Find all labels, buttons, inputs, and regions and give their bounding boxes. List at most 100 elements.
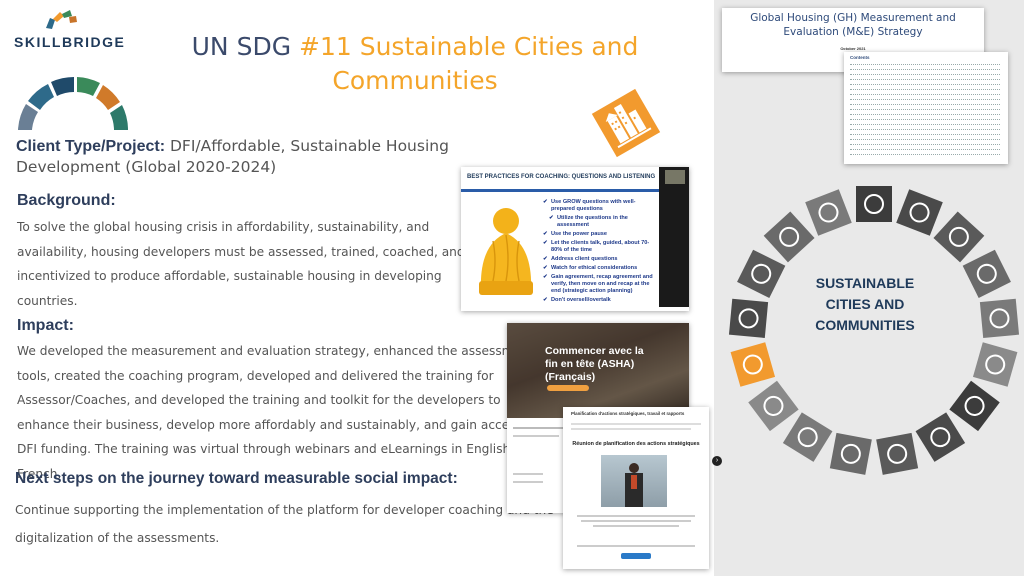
toc-line: [850, 144, 1000, 145]
webcam-thumbnail: [665, 170, 685, 184]
title-prefix: UN SDG: [191, 32, 300, 61]
text-placeholder-line: [513, 427, 563, 429]
background-text: To solve the global housing crisis in af…: [17, 215, 465, 313]
toc-line: [850, 94, 1000, 95]
sdg-tile-square: [972, 342, 1018, 387]
sdg-tile-square: [949, 380, 1000, 432]
toc-line: [850, 99, 1000, 100]
background-line: To solve the global housing crisis in af…: [17, 220, 430, 234]
sdg-tile: [962, 249, 1011, 298]
sdg-wheel-label: SUSTAINABLE CITIES AND COMMUNITIES: [800, 273, 930, 336]
sdg-tile: [979, 298, 1020, 338]
wheel-label-line: CITIES AND: [825, 296, 905, 312]
process-arc-graphic: [18, 76, 128, 130]
sdg-tile: [782, 412, 833, 462]
sdg-tile-square: [748, 380, 799, 432]
sdg-tile-square: [856, 186, 892, 222]
sdg-tile: [876, 432, 919, 475]
toc-line: [850, 134, 1000, 135]
toc-line: [850, 154, 1000, 155]
planning-card-title: Réunion de planification des actions str…: [572, 441, 700, 447]
planning-top-heading: Planification d'actions stratégiques, tr…: [571, 411, 685, 416]
sdg-tile-square: [962, 249, 1011, 298]
impact-line: Assessor/Coaches, and developed the trai…: [17, 393, 501, 407]
sdg-tile: [896, 189, 943, 236]
text-placeholder-line: [577, 515, 695, 517]
background-line: incentivized to produce affordable, sust…: [17, 269, 442, 283]
toc-line: [850, 104, 1000, 105]
impact-line: tools, created the coaching program, dev…: [17, 368, 494, 383]
text-placeholder-line: [571, 423, 701, 425]
sdg-tile: [728, 298, 769, 338]
french-course-title: Commencer avec la fin en tête (ASHA) (Fr…: [545, 345, 644, 383]
toc-line: [850, 109, 1000, 110]
title-line-1: UN SDG #11 Sustainable Cities and: [150, 30, 680, 64]
coaching-tip-item: Gain agreement, recap agreement and veri…: [543, 274, 653, 295]
coaching-tip-item: Let the clients talk, guided, about 70-8…: [543, 240, 653, 254]
coaching-slide-screenshot: BEST PRACTICES FOR COACHING: QUESTIONS A…: [461, 167, 689, 311]
text-placeholder-line: [593, 525, 679, 527]
toc-line: [850, 119, 1000, 120]
next-arrow-icon[interactable]: ›: [712, 456, 722, 466]
coaching-tip-item: Address client questions: [543, 256, 653, 263]
text-placeholder-line: [513, 481, 543, 483]
speaker-shirt: [631, 475, 637, 489]
sdg-tile-square: [763, 211, 815, 263]
next-steps-line: Continue supporting the implementation o…: [15, 503, 554, 517]
sdg-tile-square: [876, 432, 919, 475]
skillbridge-logo: SKILLBRIDGE: [14, 8, 124, 52]
text-placeholder-line: [513, 435, 559, 437]
background-line: availability, housing developers must be…: [17, 244, 465, 259]
sdg-tile: [829, 432, 872, 475]
planning-page-screenshot: Planification d'actions stratégiques, tr…: [563, 407, 709, 569]
coaching-tip-item: Utilize the questions in the assessment: [543, 215, 653, 229]
impact-heading: Impact:: [17, 317, 74, 334]
background-heading: Background:: [17, 192, 116, 209]
sdg-tile-square: [979, 298, 1020, 338]
sdg-tile-square: [728, 298, 769, 338]
sdg-tile-highlighted: [730, 342, 776, 387]
coaching-tip-item: Use GROW questions with well-prepared qu…: [543, 199, 653, 213]
planning-top-text: Planification d'actions stratégiques, tr…: [571, 411, 701, 416]
sdg-tile-square: [933, 211, 985, 263]
speaker-head: [629, 463, 639, 473]
toc-title: Contents: [850, 55, 870, 60]
gh-document-title: Global Housing (GH) Measurement and Eval…: [750, 12, 956, 38]
gh-document-date: October 2021: [840, 46, 866, 51]
sdg-tile-square: [782, 412, 833, 462]
sdg-tile: [856, 186, 892, 222]
toc-line: [850, 139, 1000, 140]
logo-text: SKILLBRIDGE: [14, 34, 126, 50]
sdg-tile: [763, 211, 815, 263]
toc-line: [850, 149, 1000, 150]
impact-line: We developed the measurement and evaluat…: [17, 344, 534, 358]
yellow-beanie-icon: [479, 208, 533, 295]
impact-line: DFI funding. The training was virtual th…: [17, 442, 538, 456]
toc-line: [850, 114, 1000, 115]
speaker-photo: [601, 455, 667, 507]
text-placeholder-line: [577, 545, 695, 547]
client-type-project: Client Type/Project: DFI/Affordable, Sus…: [16, 136, 456, 178]
sdg11-building-icon: [591, 88, 661, 158]
sdg-tile: [949, 380, 1000, 432]
impact-line: enhance their business, develop more aff…: [17, 417, 539, 432]
continue-button[interactable]: [621, 553, 651, 559]
toc-line: [850, 129, 1000, 130]
toc-line: [850, 84, 1000, 85]
coaching-slide-bar: [461, 189, 661, 192]
client-label: Client Type/Project:: [16, 138, 166, 155]
next-steps-heading: Next steps on the journey toward measura…: [15, 470, 458, 487]
sdg-tile-square: [915, 412, 966, 462]
toc-line: [850, 69, 1000, 70]
toc-line: [850, 79, 1000, 80]
sdg-tile: [805, 189, 852, 236]
sdg-tile: [748, 380, 799, 432]
impact-text: We developed the measurement and evaluat…: [17, 339, 538, 486]
text-placeholder-line: [513, 473, 543, 475]
sdg-tile: [972, 342, 1018, 387]
course-start-button[interactable]: [547, 385, 589, 391]
sdg-tile-square: [805, 189, 852, 236]
wheel-label-line: COMMUNITIES: [815, 317, 915, 333]
toc-line: [850, 89, 1000, 90]
table-of-contents-page: Contents: [844, 52, 1008, 164]
